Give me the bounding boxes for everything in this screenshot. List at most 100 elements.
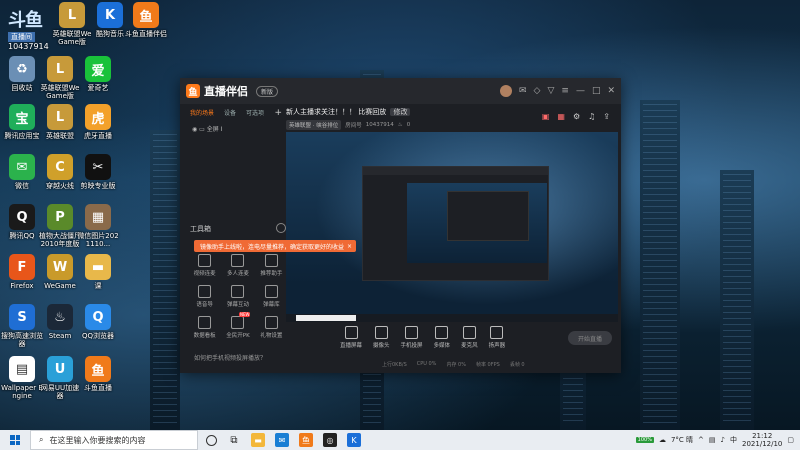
tab-devices[interactable]: 设备	[224, 108, 236, 118]
minimize-icon[interactable]: —	[576, 86, 585, 96]
tool-item[interactable]: 视频连麦	[188, 254, 221, 277]
input-language[interactable]: 中	[730, 435, 737, 445]
status-item: 内存 0%	[446, 361, 466, 368]
shop-icon[interactable]: ▣	[542, 112, 550, 121]
desktop-icon[interactable]: 鱼斗鱼直播	[76, 356, 120, 392]
menu-icon[interactable]: ≡	[561, 86, 569, 96]
tool-item[interactable]: 多人连麦	[221, 254, 254, 277]
source-control[interactable]: 麦克风	[461, 326, 478, 349]
help-icon[interactable]	[276, 223, 286, 233]
desktop-icon[interactable]: ✂ 剪映专业版	[76, 154, 120, 190]
tool-item[interactable]: 弹幕互动	[221, 285, 254, 308]
network-icon[interactable]: ▤	[709, 436, 716, 444]
desktop-icon[interactable]: ▦ 微信图片2021110...	[76, 204, 120, 248]
stream-preview[interactable]	[286, 132, 618, 322]
source-control[interactable]: 手机投屏	[401, 326, 423, 349]
toast-close-button[interactable]: ×	[347, 243, 352, 250]
qq-icon: Q	[9, 204, 35, 230]
file-explorer-icon[interactable]: ▬	[251, 433, 265, 447]
tool-item[interactable]: 礼物设置	[255, 316, 288, 339]
lol-icon: L	[47, 56, 73, 82]
edit-title-button[interactable]: 修改	[390, 108, 411, 116]
mail-icon[interactable]: ✉	[275, 433, 289, 447]
tool-item[interactable]: 弹幕库	[255, 285, 288, 308]
shield-icon[interactable]: ◇	[534, 86, 541, 96]
room-id: 10437914	[365, 122, 394, 128]
task-view-icon[interactable]: ⧉	[227, 433, 241, 447]
taskbar-search[interactable]: ⌕ 在这里输入你要搜索的内容	[30, 430, 198, 450]
share-icon[interactable]: ⇪	[603, 112, 610, 121]
scene-item[interactable]: ◉ ▭ 全屏 I	[186, 120, 286, 137]
desktop-icon[interactable]: ▬ 课	[76, 254, 120, 290]
version-badge[interactable]: 新版	[256, 85, 279, 97]
bell-icon[interactable]: ♫	[588, 112, 595, 121]
start-button[interactable]	[0, 430, 30, 450]
add-scene-button[interactable]: +	[274, 108, 282, 118]
weather-text[interactable]: 7°C 晴	[671, 435, 693, 445]
source-control[interactable]: 多媒体	[433, 326, 451, 349]
source-control-label: 多媒体	[433, 343, 451, 349]
douyu-companion-icon: 鱼	[133, 2, 159, 28]
kugou-taskbar-icon[interactable]: K	[347, 433, 361, 447]
chevron-up-icon[interactable]: ^	[698, 436, 704, 444]
desktop-icon[interactable]: 爱爱奇艺	[76, 56, 120, 92]
iqiyi-icon: 爱	[85, 56, 111, 82]
wechat-icon: ✉	[9, 154, 35, 180]
lock-icon[interactable]: ▭	[199, 126, 205, 133]
source-control[interactable]: 摄像头	[373, 326, 390, 349]
desktop-icons: L 英雄联盟WeGame版 K 酷狗音乐鱼斗鱼直播伴侣 ♻ 回收站 L 英雄联盟WeGame版…	[0, 0, 167, 430]
tab-my-scenes[interactable]: 我的场景	[190, 108, 214, 118]
app-brand: 鱼 直播伴侣 新版	[186, 83, 279, 99]
qq-browser-icon: Q	[85, 304, 111, 330]
tool-item[interactable]: NEW 全民开PK	[221, 312, 254, 339]
search-placeholder: 在这里输入你要搜索的内容	[49, 435, 146, 445]
weather-icon[interactable]: ☁	[659, 436, 666, 444]
live-category[interactable]: 比赛回放	[358, 108, 386, 116]
tool-item[interactable]: 数据看板	[188, 316, 221, 339]
desktop-icon-label: QQ浏览器	[81, 332, 115, 340]
volume-icon[interactable]: ♪	[721, 436, 725, 444]
go-live-button[interactable]: 开始直播	[568, 331, 612, 345]
city-tower	[640, 100, 680, 430]
media-icon	[435, 326, 449, 339]
source-control[interactable]: 直播屏幕	[340, 326, 362, 349]
status-item: 丢帧 0	[509, 361, 525, 368]
fans-count: 0	[406, 122, 411, 128]
battery-indicator[interactable]: 100%	[635, 437, 654, 443]
recorder-taskbar-icon[interactable]: ◎	[323, 433, 337, 447]
cortana-icon[interactable]	[206, 434, 217, 446]
status-item: 帧率 0FPS	[475, 361, 500, 368]
gift-icon[interactable]: ▽	[547, 86, 554, 96]
cast-hint-link[interactable]: 如何把手机视频投屏播放？	[194, 353, 266, 362]
desktop-icon[interactable]: 鱼斗鱼直播伴侣	[124, 2, 168, 38]
desktop-icon[interactable]: Q QQ浏览器	[76, 304, 120, 340]
source-control-label: 手机投屏	[400, 343, 423, 349]
tool-item[interactable]: 推荐助手	[255, 254, 288, 277]
city-tower	[720, 170, 754, 430]
gift-box-icon[interactable]: ▦	[557, 112, 565, 121]
desktop-icon[interactable]: 虎虎牙直播	[76, 104, 120, 140]
settings-icon[interactable]: ⚙	[573, 112, 580, 121]
firefox-icon: F	[9, 254, 35, 280]
live-area[interactable]: 英雄联盟 · 峡谷排位	[286, 120, 342, 130]
live-meta: 英雄联盟 · 峡谷排位 房间号 10437914 ♨ 0	[286, 120, 618, 130]
message-icon[interactable]: ✉	[519, 86, 527, 96]
maximize-icon[interactable]: □	[592, 86, 601, 96]
desktop-icon-label: 虎牙直播	[84, 132, 112, 140]
close-icon[interactable]: ✕	[607, 86, 615, 96]
titlebar-controls: ✉ ◇ ▽ ≡ — □ ✕	[500, 85, 615, 97]
source-control[interactable]: 扬声器	[489, 326, 505, 349]
clock[interactable]: 21:12 2021/12/10	[742, 432, 782, 448]
eye-icon[interactable]: ◉	[192, 126, 197, 133]
notification-icon[interactable]: ▢	[787, 436, 794, 444]
tool-item[interactable]: 语音导	[188, 285, 221, 308]
live-title-text[interactable]: 新人主播求关注！！！	[286, 108, 356, 116]
desktop-icon-label: 剪映专业版	[80, 182, 116, 190]
tab-options[interactable]: 可选项	[246, 108, 264, 118]
avatar[interactable]	[500, 85, 512, 97]
douyu-taskbar-icon[interactable]: 鱼	[299, 433, 313, 447]
desktop-icon-label: 斗鱼直播伴侣	[125, 30, 167, 38]
live-panel: 新人主播求关注！！！ 比赛回放 修改 英雄联盟 · 峡谷排位 房间号 10437…	[286, 106, 618, 370]
folder-icon: ▬	[85, 254, 111, 280]
tool-label: 数据看板	[193, 333, 216, 339]
